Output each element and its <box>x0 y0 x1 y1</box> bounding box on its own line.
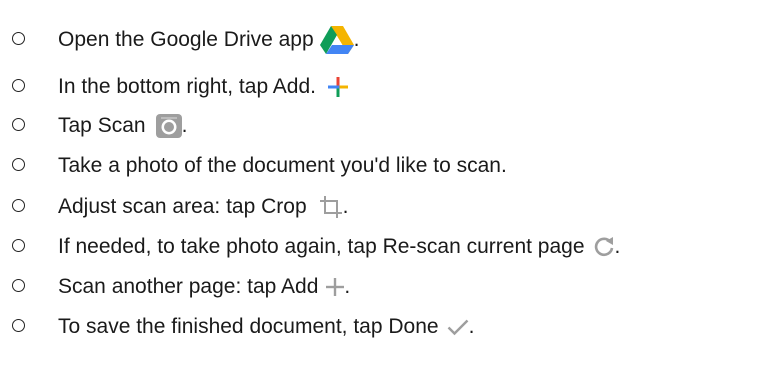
crop-icon <box>319 195 343 219</box>
step-text: Take a photo of the document you'd like … <box>58 154 507 177</box>
step-text: In the bottom right, tap Add. <box>58 75 316 98</box>
add-icon <box>326 278 345 296</box>
refresh-icon <box>593 236 615 258</box>
bullet-icon <box>12 158 25 171</box>
step-end: . <box>181 114 188 137</box>
google-drive-icon <box>319 26 354 54</box>
bullet-icon <box>12 199 25 212</box>
step-end: . <box>468 315 475 338</box>
step-text: If needed, to take photo again, tap Re-s… <box>58 235 585 258</box>
bullet-icon <box>12 319 25 332</box>
bullet-icon <box>12 239 25 252</box>
bullet-icon <box>12 118 25 131</box>
camera-icon <box>155 114 182 138</box>
step-text: Scan another page: tap Add <box>58 275 319 298</box>
step-text: Open the Google Drive app <box>58 28 314 51</box>
bullet-icon <box>12 32 25 45</box>
step-end: . <box>342 195 349 218</box>
bullet-icon <box>12 79 25 92</box>
add-colorful-icon <box>328 77 348 97</box>
step-text: Tap Scan <box>58 114 146 137</box>
step-end: . <box>614 235 621 258</box>
check-icon <box>447 318 469 336</box>
instruction-list: Open the Google Drive app . In the botto… <box>0 0 780 375</box>
step-text: Adjust scan area: tap Crop <box>58 195 307 218</box>
step-text: To save the finished document, tap Done <box>58 315 439 338</box>
step-end: . <box>344 275 351 298</box>
bullet-icon <box>12 279 25 292</box>
step-end: . <box>353 28 360 51</box>
